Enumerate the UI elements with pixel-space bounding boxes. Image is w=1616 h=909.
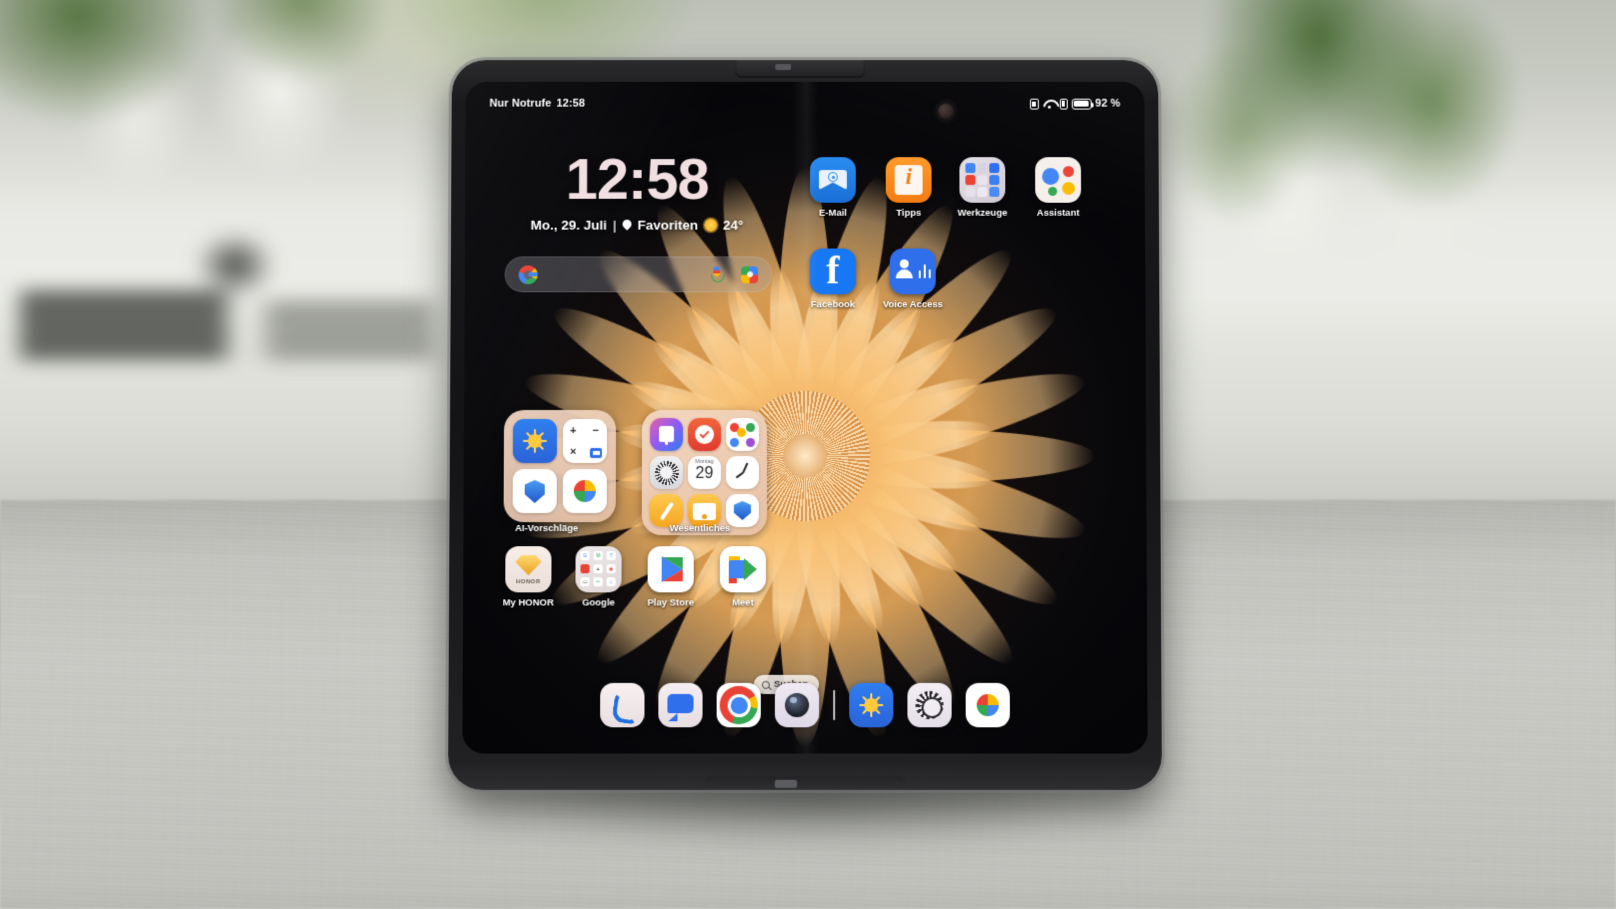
clock-subline: Mo., 29. Juli | Favoriten 24° (505, 218, 769, 233)
signal-icon (1059, 98, 1068, 110)
dock (462, 679, 1147, 731)
battery-icon (1071, 98, 1092, 110)
messages-app-icon[interactable] (658, 682, 703, 728)
app-label: My HONOR (502, 597, 554, 609)
battery-percent-label: 92 % (1095, 97, 1121, 110)
honor-wordmark: HONOR (516, 579, 541, 586)
wifi-icon (1042, 98, 1055, 109)
dock-divider (833, 690, 836, 721)
hinge-bottom (704, 775, 906, 790)
phone-app-icon[interactable] (600, 682, 645, 728)
sun-icon (704, 218, 718, 232)
folder-ai-vorschlaege[interactable]: + − × (503, 410, 617, 523)
clock-app-icon[interactable] (725, 456, 759, 490)
status-bar-left: Nur Notrufe 12:58 (489, 98, 584, 110)
calendar-app-icon[interactable]: Montag 29 (687, 456, 721, 490)
app-my-honor[interactable]: HONOR My HONOR (497, 546, 559, 608)
google-photos-app-icon[interactable] (562, 469, 607, 514)
tips-info-icon (885, 157, 932, 203)
play-store-icon (647, 546, 694, 593)
email-icon (809, 157, 856, 203)
google-g-icon (518, 264, 538, 284)
gallery-app-icon[interactable] (725, 418, 760, 452)
app-assistant[interactable]: Assistant (1027, 157, 1089, 219)
clock-location: Favoriten (637, 217, 699, 233)
clock-widget[interactable]: 12:58 Mo., 29. Juli | Favoriten 24° (505, 147, 769, 233)
security-shield-app-icon[interactable] (512, 469, 557, 514)
photo-scene: Nur Notrufe 12:58 92 % 12:58 Mo., 29. Ju… (0, 0, 1616, 909)
clock-time: 12:58 (565, 147, 709, 212)
app-facebook[interactable]: Facebook (802, 248, 864, 310)
google-search-bar[interactable] (504, 256, 773, 293)
folder-ai-label: AI-Vorschläge (514, 523, 579, 535)
app-label: Facebook (810, 299, 856, 311)
google-folder-icon: G M ? ▲ ◉ ▭ ✂ ⌂ (575, 546, 622, 593)
app-label: Google (582, 597, 615, 609)
settings-app-icon[interactable] (907, 682, 952, 728)
app-voice-access[interactable]: Voice Access (874, 248, 952, 310)
app-google-folder[interactable]: G M ? ▲ ◉ ▭ ✂ ⌂ Google (567, 546, 629, 608)
sim-card-icon (1029, 98, 1039, 110)
app-label: Tipps (896, 207, 922, 219)
my-honor-icon: HONOR (505, 546, 552, 593)
chrome-app-icon[interactable] (716, 682, 761, 728)
folder-essentials-label: Wesentliches (669, 523, 731, 535)
app-label: Assistant (1036, 207, 1080, 219)
phone-inner-display[interactable]: Nur Notrufe 12:58 92 % 12:58 Mo., 29. Ju… (462, 81, 1148, 754)
app-label: Play Store (647, 597, 694, 609)
tools-folder-icon (959, 157, 1006, 203)
status-bar-right: 92 % (1029, 97, 1121, 110)
google-meet-icon (719, 546, 766, 593)
google-lens-icon[interactable] (741, 265, 759, 283)
calendar-daynumber: 29 (695, 465, 714, 483)
photos-app-icon[interactable] (965, 682, 1010, 728)
clock-separator: | (612, 217, 617, 233)
clock-temperature: 24° (723, 217, 744, 233)
app-label: Voice Access (882, 299, 943, 311)
voice-access-icon (889, 248, 936, 295)
microphone-icon[interactable] (708, 265, 724, 283)
app-play-store[interactable]: Play Store (640, 546, 702, 608)
app-meet[interactable]: Meet (712, 546, 774, 608)
location-pin-icon (623, 220, 632, 231)
cleaner-app-icon[interactable] (649, 418, 684, 452)
status-bar-time: 12:58 (556, 97, 585, 110)
themes-app-icon[interactable] (649, 456, 683, 490)
app-email[interactable]: E-Mail (802, 157, 864, 219)
carrier-label: Nur Notrufe (489, 97, 552, 110)
status-bar: Nur Notrufe 12:58 92 % (466, 94, 1145, 114)
hinge-top (735, 60, 865, 78)
health-app-icon[interactable] (687, 418, 722, 452)
calculator-app-icon[interactable]: + − × (562, 419, 608, 464)
foldable-phone-device: Nur Notrufe 12:58 92 % 12:58 Mo., 29. Ju… (448, 60, 1162, 790)
app-label: Meet (731, 597, 754, 609)
app-label: E-Mail (818, 207, 847, 219)
weather-app-icon[interactable] (512, 419, 558, 464)
weather-app-icon-dock[interactable] (849, 682, 894, 728)
folder-wesentliches[interactable]: Montag 29 (641, 410, 768, 536)
facebook-icon (809, 248, 856, 295)
app-tipps[interactable]: Tipps (878, 157, 940, 219)
camera-app-icon[interactable] (774, 682, 820, 728)
google-assistant-icon (1035, 157, 1082, 203)
app-label: Werkzeuge (957, 207, 1008, 219)
app-werkzeuge[interactable]: Werkzeuge (951, 157, 1013, 219)
clock-date: Mo., 29. Juli (530, 217, 607, 233)
